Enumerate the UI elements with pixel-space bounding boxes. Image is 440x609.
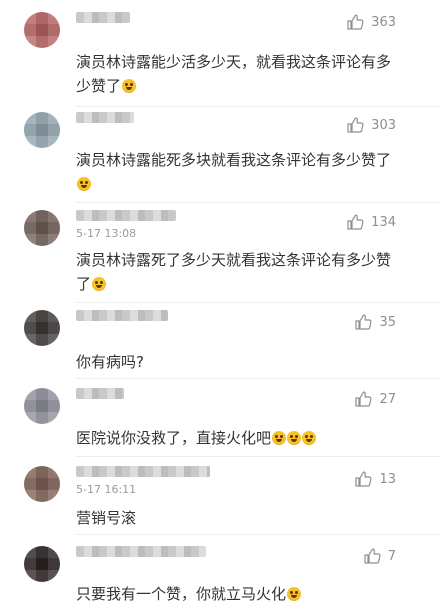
comment-text-content: 营销号滚 (76, 509, 137, 527)
comment-text-content: 只要我有一个赞，你就立马火化 (76, 585, 287, 603)
comment-meta (76, 12, 130, 42)
comment-time (76, 129, 134, 142)
username-blurred[interactable] (76, 12, 130, 23)
like-button[interactable]: 13 (354, 470, 396, 488)
avatar[interactable] (24, 310, 60, 346)
like-count: 7 (387, 548, 396, 564)
avatar[interactable] (24, 466, 60, 502)
avatar[interactable] (24, 546, 60, 582)
divider (76, 106, 440, 107)
avatar[interactable] (24, 112, 60, 148)
divider (76, 302, 440, 303)
like-button[interactable]: 27 (354, 390, 396, 408)
username-blurred[interactable] (76, 310, 168, 321)
comment-meta (76, 546, 206, 576)
like-button[interactable]: 363 (346, 13, 396, 31)
emoji-icon (77, 177, 91, 191)
comment-text: 演员林诗露死了多少天就看我这条评论有多少赞了 (76, 248, 396, 296)
like-button[interactable]: 7 (363, 547, 396, 565)
thumbs-up-icon (346, 116, 364, 134)
divider (76, 378, 440, 379)
comment-time (76, 405, 124, 418)
divider (76, 202, 440, 203)
like-count: 134 (371, 214, 396, 230)
comment-text: 营销号滚 (76, 506, 396, 530)
emoji-icon (122, 79, 137, 93)
thumbs-up-icon (354, 313, 372, 331)
comment-text: 演员林诗露能死多块就看我这条评论有多少赞了 (76, 148, 396, 196)
emoji-icon (287, 587, 302, 601)
comment-text-content: 演员林诗露能死多块就看我这条评论有多少赞了 (76, 151, 392, 169)
comment-text: 演员林诗露能少活多少天，就看我这条评论有多少赞了 (76, 50, 396, 98)
username-blurred[interactable] (76, 210, 176, 221)
comment-text: 你有病吗? (76, 350, 396, 374)
avatar[interactable] (24, 12, 60, 48)
comment-meta (76, 112, 134, 142)
divider (76, 456, 440, 457)
comment-text: 医院说你没救了，直接火化吧 (76, 426, 396, 450)
comment-meta (76, 388, 124, 418)
like-count: 303 (371, 117, 396, 133)
like-count: 13 (379, 471, 396, 487)
comment-text-content: 演员林诗露死了多少天就看我这条评论有多少赞了 (76, 251, 392, 293)
username-blurred[interactable] (76, 112, 134, 123)
comment-text: 只要我有一个赞，你就立马火化 (76, 582, 396, 606)
like-count: 35 (379, 314, 396, 330)
comment-time: 5-17 16:11 (76, 483, 137, 496)
username-blurred[interactable] (76, 466, 210, 477)
like-button[interactable]: 35 (354, 313, 396, 331)
emoji-icon (287, 431, 302, 445)
comment-time (76, 563, 206, 576)
emoji-icon (92, 277, 107, 291)
like-count: 363 (371, 14, 396, 30)
comment-time: 5-17 13:08 (76, 227, 137, 240)
thumbs-up-icon (354, 390, 372, 408)
thumbs-up-icon (346, 13, 364, 31)
comment-meta: 5-17 16:11 (76, 466, 210, 496)
thumbs-up-icon (346, 213, 364, 231)
username-blurred[interactable] (76, 388, 124, 399)
comment-text-content: 你有病吗? (76, 353, 144, 371)
comment-time (76, 29, 130, 42)
comment-time (76, 327, 168, 340)
comment-meta (76, 310, 168, 340)
like-count: 27 (379, 391, 396, 407)
like-button[interactable]: 303 (346, 116, 396, 134)
username-blurred[interactable] (76, 546, 206, 557)
emoji-icon (272, 431, 287, 445)
emoji-icon (302, 431, 317, 445)
thumbs-up-icon (354, 470, 372, 488)
comment-list: 363 演员林诗露能少活多少天，就看我这条评论有多少赞了 303 演员林诗露能死… (0, 0, 440, 609)
comment-meta: 5-17 13:08 (76, 210, 176, 240)
thumbs-up-icon (363, 547, 381, 565)
avatar[interactable] (24, 210, 60, 246)
avatar[interactable] (24, 388, 60, 424)
divider (76, 534, 440, 535)
comment-text-content: 医院说你没救了，直接火化吧 (76, 429, 272, 447)
like-button[interactable]: 134 (346, 213, 396, 231)
